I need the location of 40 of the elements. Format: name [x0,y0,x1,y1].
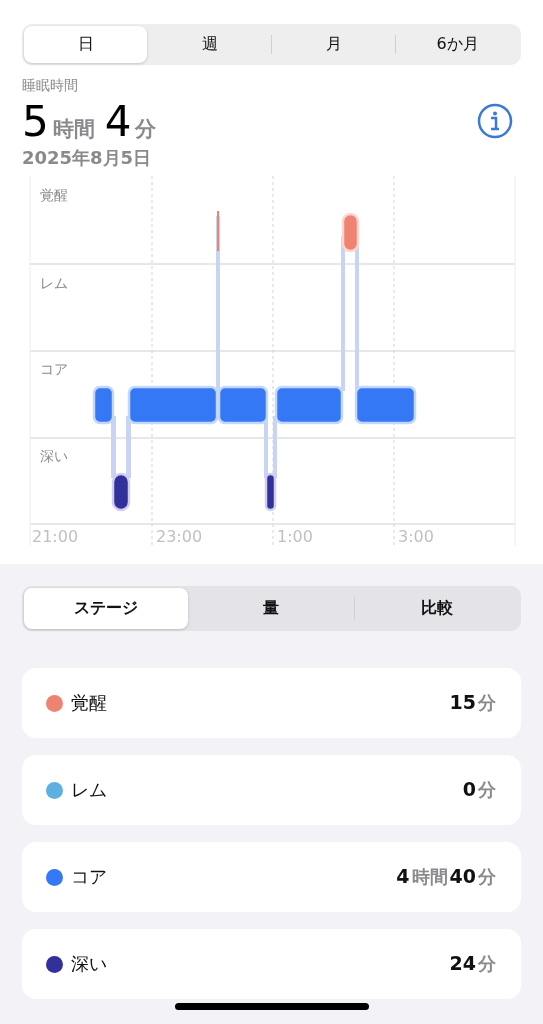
time-tick: 3:00 [398,527,434,546]
date-label: 2025年8月5日 [22,146,153,170]
section-title: 睡眠時間 [22,77,79,95]
stage-card[interactable]: コア 4時間40分 [22,842,521,912]
duration-unit: 分 [478,865,496,889]
segment-tab[interactable]: 6か月 [396,26,519,63]
duration-number: 4 [396,865,410,887]
stage-label: 覚醒 [40,187,68,203]
duration-number: 15 [449,691,476,713]
duration-unit: 時間 [52,116,95,143]
stage-name: 覚醒 [71,691,107,715]
segment-tab[interactable]: 週 [148,26,271,63]
duration-unit: 分 [478,691,496,715]
duration-unit: 時間 [411,865,448,889]
stage-label: コア [40,361,68,377]
duration-unit: 分 [478,778,496,802]
stage-card[interactable]: 覚醒 15分 [22,668,521,738]
duration-unit: 分 [135,116,157,143]
stage-name: コア [71,865,107,889]
duration-number: 40 [449,865,476,887]
stage-label: 深い [40,448,68,464]
stage-name: レム [71,778,107,802]
duration-number: 24 [449,952,476,974]
time-tick: 23:00 [156,527,203,546]
segment-tab[interactable]: 比較 [354,588,519,629]
segment-tab[interactable]: 日 [24,26,147,63]
duration-unit: 分 [478,952,496,976]
stage-label: レム [40,275,68,291]
duration-number: 5 [22,97,49,146]
duration-number: 0 [462,778,476,800]
segment-tab[interactable]: ステージ [24,588,189,629]
stage-card[interactable]: レム 0分 [22,755,521,825]
time-tick: 21:00 [32,527,79,546]
info-icon[interactable] [477,102,513,139]
duration-number: 4 [104,97,132,146]
stage-name: 深い [71,952,107,976]
stage-card[interactable]: 深い 24分 [22,929,521,999]
segment-tab[interactable]: 月 [272,26,395,63]
segment-tab[interactable]: 量 [189,588,354,629]
time-tick: 1:00 [277,527,313,546]
